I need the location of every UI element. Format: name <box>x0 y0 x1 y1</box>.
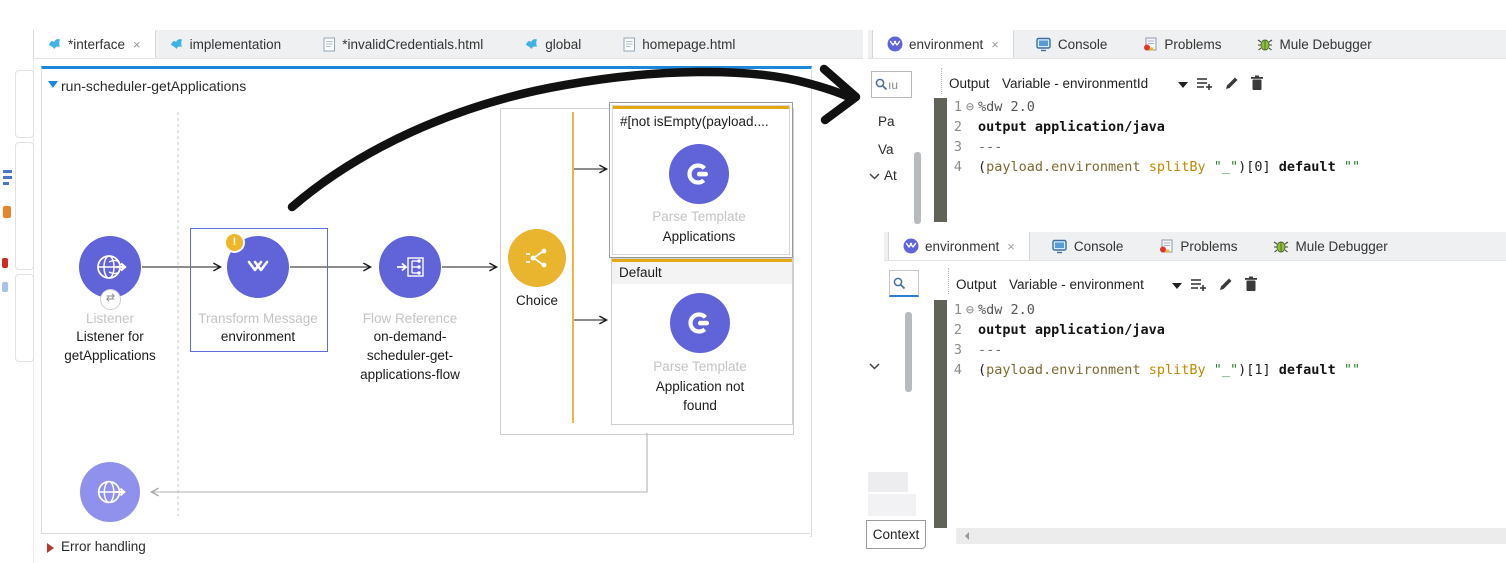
component-name-label: Applications <box>662 229 736 244</box>
globe-arrow-icon <box>97 480 126 504</box>
anypoint-studio-window: *interface × implementation *invalidCred… <box>0 0 1506 563</box>
parse-template-when-box[interactable]: #[not isEmpty(payload.... Parse Template… <box>609 102 793 258</box>
response-badge-icon: ⇄ <box>100 289 121 310</box>
dataweave-icon <box>247 260 269 272</box>
component-name-label: Application not found <box>655 379 745 413</box>
flow-reference-icon <box>397 257 424 277</box>
parse-template-default-box[interactable]: Default Parse Template Application not f… <box>611 258 793 425</box>
error-handling-label: Error handling <box>61 539 146 554</box>
context-tab[interactable]: Context <box>866 520 926 549</box>
choice-component[interactable] <box>508 229 566 287</box>
error-handling-section[interactable]: Error handling <box>41 533 810 563</box>
parse-template-when-inner: #[not isEmpty(payload.... Parse Template… <box>612 105 790 255</box>
parse-template-icon <box>687 163 709 185</box>
choice-icon <box>526 248 547 268</box>
flow-reference-component[interactable] <box>379 236 441 298</box>
globe-arrow-icon <box>97 255 127 279</box>
expand-triangle-icon[interactable] <box>47 543 54 553</box>
response-endpoint-component[interactable] <box>80 462 140 522</box>
warning-badge-icon: ! <box>224 232 245 253</box>
parse-template-component[interactable] <box>670 293 730 353</box>
component-type-label: Parse Template <box>653 359 747 374</box>
parse-template-component[interactable] <box>669 144 729 204</box>
default-route-header: Default <box>612 262 792 284</box>
parse-template-icon <box>688 312 710 334</box>
when-condition-label: #[not isEmpty(payload.... <box>620 114 769 129</box>
component-type-label: Parse Template <box>652 209 746 224</box>
route-accent-bar <box>613 106 789 109</box>
